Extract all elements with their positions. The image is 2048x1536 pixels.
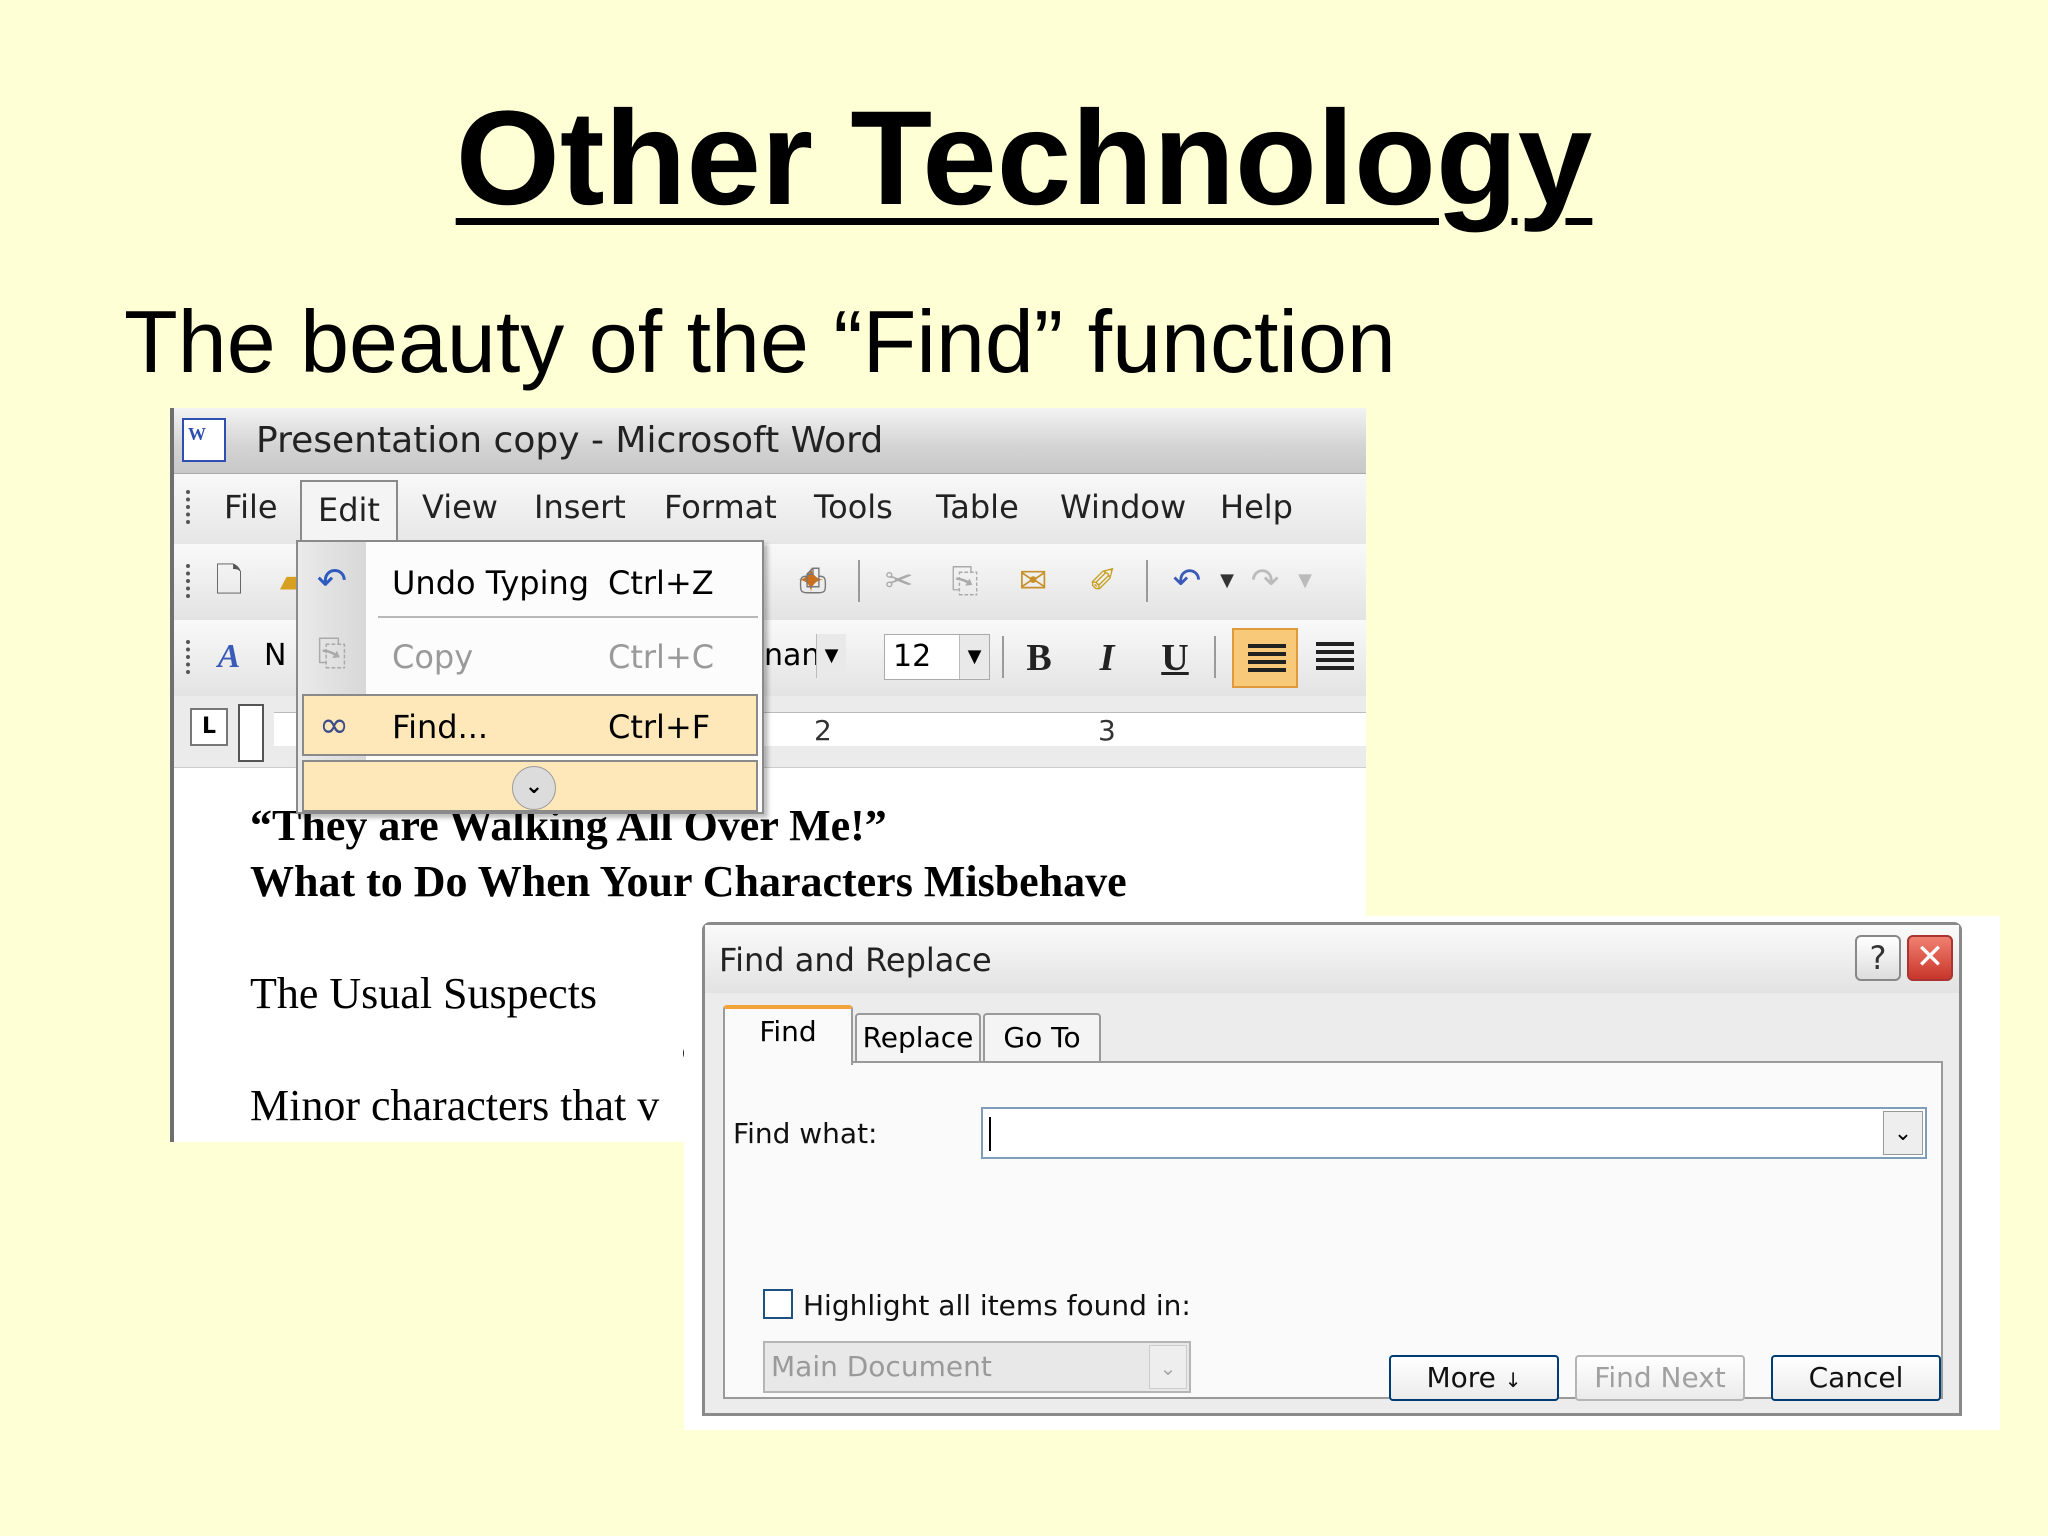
search-scope-select[interactable]: Main Document ⌄ <box>763 1341 1191 1393</box>
close-icon[interactable]: ✕ <box>1907 935 1953 981</box>
menu-divider <box>378 616 758 618</box>
chevron-down-icon[interactable]: ▼ <box>816 634 846 678</box>
doc-line-4: Minor characters that v <box>250 1081 660 1130</box>
word-titlebar: W Presentation copy - Microsoft Word <box>174 408 1366 474</box>
redo-icon[interactable]: ↷ <box>1246 562 1284 600</box>
toolbar-separator <box>858 560 860 602</box>
dialog-frame: Find and Replace ? ✕ Find Replace Go To … <box>702 922 1962 1416</box>
doc-line-3: The Usual Suspects <box>250 969 598 1018</box>
find-tab-panel: Find what: ⌄ Highlight all items found i… <box>723 1061 1943 1401</box>
chevron-down-icon[interactable]: ▼ <box>959 635 989 679</box>
style-combo[interactable]: N <box>264 634 294 680</box>
indent-marker-icon[interactable] <box>238 704 264 762</box>
copy-toolbar-icon[interactable]: ⎘ <box>946 562 984 600</box>
ruler-number: 2 <box>814 714 832 747</box>
tab-selector-icon[interactable]: L <box>190 708 228 746</box>
binoculars-icon: ∞ <box>319 705 349 746</box>
scope-value: Main Document <box>771 1350 992 1383</box>
chevron-down-icon[interactable]: ⌄ <box>1883 1111 1923 1155</box>
cancel-button[interactable]: Cancel <box>1771 1355 1941 1401</box>
align-left-icon[interactable] <box>1232 628 1298 688</box>
toolbar-separator <box>1214 636 1216 678</box>
menu-item-shortcut: Ctrl+Z <box>608 564 714 602</box>
undo-dropdown-icon[interactable]: ▼ <box>1208 562 1246 600</box>
highlight-checkbox[interactable] <box>763 1289 793 1319</box>
edit-menu-dropdown: ↶ Undo Typing Ctrl+Z ⎘ Copy Ctrl+C ∞ Fin… <box>296 540 764 814</box>
menu-item-shortcut: Ctrl+F <box>608 708 711 746</box>
doc-line-2: What to Do When Your Characters Misbehav… <box>250 857 1127 906</box>
find-what-input[interactable]: ⌄ <box>981 1107 1927 1159</box>
find-next-button[interactable]: Find Next <box>1575 1355 1745 1401</box>
toolbar-separator <box>1146 560 1148 602</box>
print-preview-icon[interactable]: ⎙ <box>794 562 832 600</box>
slide-subtitle: The beauty of the “Find” function <box>124 292 1396 391</box>
copy-icon: ⎘ <box>317 633 347 674</box>
tab-goto[interactable]: Go To <box>983 1013 1101 1063</box>
menu-tools[interactable]: Tools <box>814 488 893 526</box>
center-align-icon[interactable] <box>1302 628 1366 688</box>
dialog-titlebar: Find and Replace ? ✕ <box>705 925 1959 993</box>
menu-item-copy[interactable]: ⎘ Copy Ctrl+C <box>298 622 762 694</box>
tab-find[interactable]: Find <box>723 1005 853 1065</box>
menu-window[interactable]: Window <box>1060 488 1186 526</box>
ruler-number: 3 <box>1098 714 1116 747</box>
menu-edit[interactable]: Edit <box>300 480 398 544</box>
menu-insert[interactable]: Insert <box>534 488 626 526</box>
undo-toolbar-icon[interactable]: ↶ <box>1168 562 1206 600</box>
menu-table[interactable]: Table <box>936 488 1019 526</box>
menubar-grip[interactable] <box>186 490 192 524</box>
menu-file[interactable]: File <box>224 488 278 526</box>
new-document-icon[interactable]: 🗋 <box>210 562 248 600</box>
dialog-title: Find and Replace <box>719 941 992 979</box>
highlight-label: Highlight all items found in: <box>803 1289 1191 1322</box>
menu-help[interactable]: Help <box>1220 488 1293 526</box>
menu-bar: File Edit View Insert Format Tools Table… <box>174 474 1366 544</box>
menu-item-find[interactable]: ∞ Find... Ctrl+F <box>302 694 758 756</box>
toolbar-grip[interactable] <box>186 640 192 674</box>
italic-icon[interactable]: I <box>1080 632 1134 684</box>
menu-item-label: Undo Typing <box>392 564 590 602</box>
underline-icon[interactable]: U <box>1148 632 1202 684</box>
toolbar-separator <box>1002 636 1004 678</box>
styles-icon[interactable]: A <box>210 638 248 676</box>
text-caret <box>989 1117 991 1151</box>
toolbar-grip[interactable] <box>186 564 192 598</box>
double-chevron-down-icon[interactable]: ⌄ <box>512 766 556 810</box>
more-button[interactable]: More ↓ <box>1389 1355 1559 1401</box>
double-chevron-down-icon: ↓ <box>1504 1368 1522 1392</box>
menu-format[interactable]: Format <box>664 488 777 526</box>
menu-expand-row[interactable]: ⌄ <box>302 760 758 812</box>
menu-item-label: Copy <box>392 638 474 676</box>
format-painter-icon[interactable]: ✐ <box>1084 562 1122 600</box>
menu-item-shortcut: Ctrl+C <box>608 638 715 676</box>
menu-view[interactable]: View <box>422 488 498 526</box>
chevron-down-icon: ⌄ <box>1149 1345 1187 1389</box>
menu-item-undo[interactable]: ↶ Undo Typing Ctrl+Z <box>298 550 762 622</box>
window-title: Presentation copy - Microsoft Word <box>256 420 884 461</box>
redo-dropdown-icon[interactable]: ▼ <box>1286 562 1324 600</box>
undo-icon: ↶ <box>316 561 348 602</box>
menu-item-label: Find... <box>392 708 489 746</box>
font-size-text: 12 <box>893 639 932 674</box>
word-app-icon: W <box>182 418 226 462</box>
paste-icon[interactable]: ✉ <box>1014 562 1052 600</box>
font-name-text: nan <box>764 638 821 673</box>
font-combo[interactable]: nan ▼ <box>756 634 846 680</box>
find-what-label: Find what: <box>733 1117 878 1150</box>
bold-icon[interactable]: B <box>1012 632 1066 684</box>
slide-title: Other Technology <box>455 84 1593 233</box>
font-size-combo[interactable]: 12 ▼ <box>884 634 990 680</box>
tab-replace[interactable]: Replace <box>855 1013 981 1063</box>
more-button-label: More <box>1426 1361 1496 1394</box>
help-icon[interactable]: ? <box>1855 935 1901 981</box>
find-replace-dialog: Find and Replace ? ✕ Find Replace Go To … <box>684 916 2000 1430</box>
cut-icon[interactable]: ✂ <box>880 562 918 600</box>
